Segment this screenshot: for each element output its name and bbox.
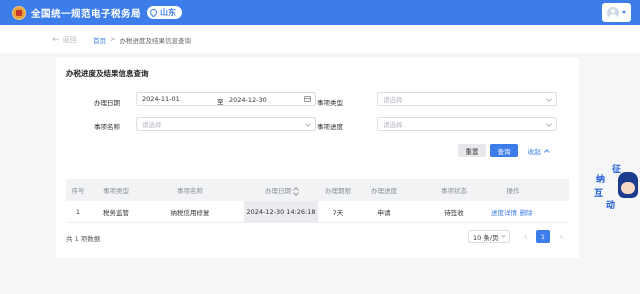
table-header: 序号 事项类型 事项名称 办理日期 办理期限 办理进度 事项状态 操作 bbox=[66, 179, 569, 201]
chevron-down-icon bbox=[501, 233, 506, 238]
breadcrumb-bar: ← 返回 首页 > 办税进度及结果信息查询 bbox=[0, 25, 640, 53]
user-menu[interactable] bbox=[602, 3, 631, 22]
cell-progress: 申请 bbox=[377, 208, 391, 217]
progress-placeholder: 请选择 bbox=[383, 121, 403, 129]
date-range-picker[interactable]: 2024-11-01 至 2024-12-30 bbox=[136, 92, 316, 106]
page-number-current[interactable]: 1 bbox=[536, 230, 550, 243]
mascot-char: 互 bbox=[594, 189, 604, 199]
next-page-button[interactable]: › bbox=[555, 230, 568, 243]
date-label: 办理日期 bbox=[94, 99, 120, 107]
cell-date: 2024-12-30 14:26:18 bbox=[246, 207, 316, 216]
arrow-left-icon: ← bbox=[52, 34, 60, 45]
chevron-up-icon bbox=[544, 149, 549, 154]
breadcrumb: 首页 > 办税进度及结果信息查询 bbox=[93, 35, 191, 45]
back-button[interactable]: ← 返回 bbox=[52, 35, 77, 45]
chevron-down-icon bbox=[546, 96, 552, 102]
collapse-button[interactable]: 收起 bbox=[524, 144, 552, 157]
mascot-char: 动 bbox=[606, 201, 616, 211]
cell-status: 待签收 bbox=[444, 208, 464, 217]
column-header: 事项名称 bbox=[177, 187, 203, 195]
column-header: 操作 bbox=[506, 187, 520, 195]
chevron-down-icon bbox=[546, 121, 552, 127]
query-card: 办税进度及结果信息查询 办理日期 2024-11-01 至 2024-12-30… bbox=[56, 58, 579, 258]
service-mascot-widget[interactable]: 征 纳 互 动 bbox=[590, 160, 640, 220]
name-placeholder: 请选择 bbox=[142, 121, 162, 129]
breadcrumb-home-link[interactable]: 首页 bbox=[93, 35, 106, 45]
location-pin-icon bbox=[148, 7, 159, 18]
column-header: 办理进度 bbox=[371, 187, 397, 195]
cell-name: 纳税信用修复 bbox=[170, 208, 210, 217]
sort-icon bbox=[294, 187, 299, 195]
date-end-value: 2024-12-30 bbox=[229, 96, 267, 104]
column-header: 序号 bbox=[71, 187, 85, 195]
mascot-char: 纳 bbox=[596, 175, 606, 185]
column-header: 事项状态 bbox=[441, 187, 467, 195]
name-label: 事项名称 bbox=[94, 123, 120, 131]
mascot-face bbox=[621, 182, 635, 194]
progress-detail-link[interactable]: 进度详情 bbox=[490, 207, 518, 217]
results-table: 序号 事项类型 事项名称 办理日期 办理期限 办理进度 事项状态 操作 1 税务… bbox=[66, 179, 569, 223]
region-label: 山东 bbox=[160, 8, 177, 17]
progress-label: 事项进度 bbox=[317, 123, 343, 131]
date-range-separator: 至 bbox=[217, 98, 224, 106]
back-label: 返回 bbox=[62, 36, 77, 44]
date-start-value: 2024-11-01 bbox=[142, 95, 180, 103]
table-row: 1 税务监管 纳税信用修复 2024-12-30 14:26:18 7天 申请 … bbox=[66, 201, 569, 223]
cell-index: 1 bbox=[75, 207, 81, 216]
column-header-label: 办理日期 bbox=[265, 187, 291, 195]
type-label: 事项类型 bbox=[317, 99, 343, 107]
reset-button[interactable]: 重置 bbox=[458, 144, 486, 157]
page-title: 办税进度及结果信息查询 bbox=[66, 69, 149, 78]
caret-down-icon bbox=[622, 11, 626, 14]
delete-link[interactable]: 删除 bbox=[519, 207, 533, 217]
breadcrumb-current: 办税进度及结果信息查询 bbox=[119, 37, 191, 45]
page-size-value: 10 条/页 bbox=[473, 233, 499, 242]
cell-period: 7天 bbox=[332, 208, 344, 217]
type-select[interactable]: 请选择 bbox=[377, 92, 557, 106]
column-header: 事项类型 bbox=[103, 187, 129, 195]
breadcrumb-separator: > bbox=[110, 35, 116, 43]
name-select[interactable]: 请选择 bbox=[136, 117, 316, 131]
column-header: 办理期限 bbox=[325, 187, 351, 195]
top-header: 全国统一规范电子税务局 山东 bbox=[0, 0, 640, 25]
total-count: 共 1 项数据 bbox=[66, 235, 101, 243]
column-header-date-sortable[interactable]: 办理日期 bbox=[254, 185, 310, 195]
avatar-icon bbox=[607, 6, 619, 19]
cell-type: 税务监管 bbox=[103, 208, 129, 217]
prev-page-button[interactable]: ‹ bbox=[519, 230, 532, 243]
page-size-select[interactable]: 10 条/页 bbox=[468, 230, 510, 243]
type-placeholder: 请选择 bbox=[383, 96, 403, 104]
region-selector[interactable]: 山东 bbox=[147, 6, 183, 19]
app-title: 全国统一规范电子税务局 bbox=[31, 8, 142, 20]
query-button[interactable]: 查询 bbox=[490, 144, 518, 157]
collapse-label: 收起 bbox=[527, 147, 541, 156]
tax-bureau-logo bbox=[12, 5, 26, 20]
progress-select[interactable]: 请选择 bbox=[377, 117, 557, 131]
